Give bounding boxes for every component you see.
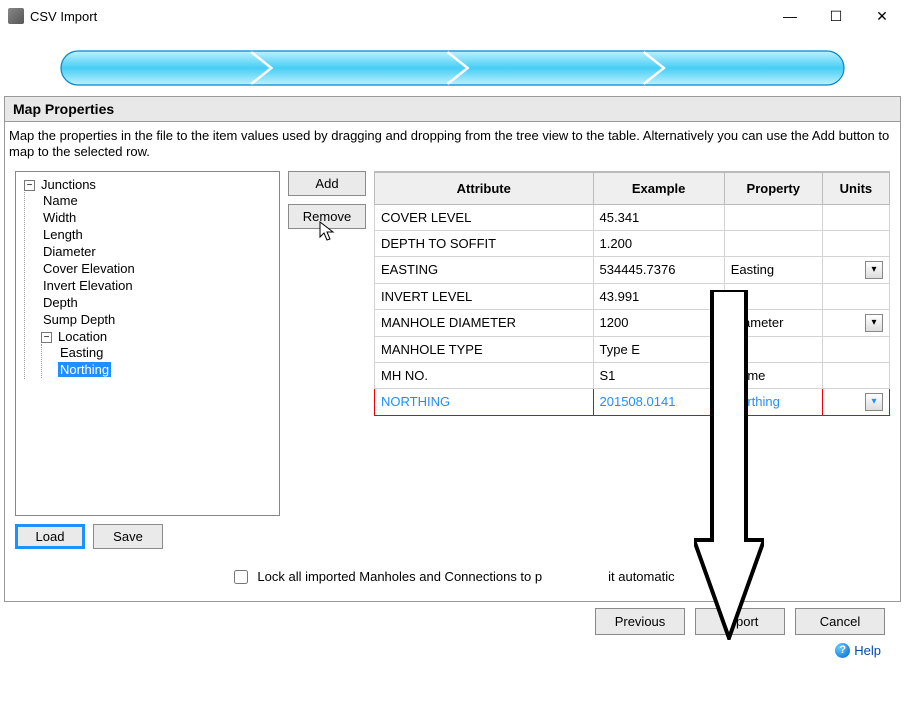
cell-attribute: MANHOLE DIAMETER — [375, 309, 594, 336]
close-button[interactable]: ✕ — [859, 0, 905, 32]
units-dropdown[interactable]: ▾ — [865, 393, 883, 411]
tree-item[interactable]: Sump Depth — [41, 311, 273, 328]
cell-property[interactable] — [724, 204, 822, 230]
cell-units[interactable] — [822, 336, 889, 362]
table-row[interactable]: DEPTH TO SOFFIT1.200 — [375, 230, 890, 256]
map-properties-panel: Map Properties Map the properties in the… — [4, 96, 901, 602]
app-icon — [8, 8, 24, 24]
cell-example: Type E — [593, 336, 724, 362]
table-row[interactable]: EASTING534445.7376Easting ▾ — [375, 256, 890, 283]
cell-units[interactable]: ▾ — [822, 256, 889, 283]
cell-property[interactable] — [724, 230, 822, 256]
cell-property[interactable]: Diameter — [724, 309, 822, 336]
col-example[interactable]: Example — [593, 172, 724, 204]
tree-node-location[interactable]: −LocationEastingNorthing — [41, 328, 273, 379]
panel-header: Map Properties — [5, 97, 900, 122]
tree-toggle-location[interactable]: − — [41, 332, 52, 343]
table-row[interactable]: INVERT LEVEL43.991 — [375, 283, 890, 309]
properties-tree[interactable]: −Junctions NameWidthLengthDiameterCover … — [15, 171, 280, 516]
lock-checkbox[interactable] — [234, 570, 248, 584]
cell-attribute: COVER LEVEL — [375, 204, 594, 230]
help-link[interactable]: ? Help — [0, 641, 905, 658]
cell-units[interactable]: ▾ — [822, 309, 889, 336]
wizard-buttons: Previous Import Cancel — [0, 602, 905, 641]
help-icon: ? — [835, 643, 850, 658]
load-button[interactable]: Load — [15, 524, 85, 549]
tree-item[interactable]: Diameter — [41, 243, 273, 260]
tree-item[interactable]: Cover Elevation — [41, 260, 273, 277]
wizard-progress — [60, 50, 845, 86]
cell-units[interactable] — [822, 362, 889, 388]
add-button[interactable]: Add — [288, 171, 366, 196]
cell-example: 1200 — [593, 309, 724, 336]
table-row[interactable]: MANHOLE DIAMETER1200Diameter ▾ — [375, 309, 890, 336]
lock-label-after: it automatic — [608, 569, 674, 584]
minimize-button[interactable]: — — [767, 0, 813, 32]
units-dropdown[interactable]: ▾ — [865, 314, 883, 332]
cell-example: 534445.7376 — [593, 256, 724, 283]
col-attribute[interactable]: Attribute — [375, 172, 594, 204]
cell-attribute: MANHOLE TYPE — [375, 336, 594, 362]
cell-property[interactable]: Northing — [724, 388, 822, 415]
cell-example: 45.341 — [593, 204, 724, 230]
save-button[interactable]: Save — [93, 524, 163, 549]
cell-property[interactable]: Easting — [724, 256, 822, 283]
mapping-table: Attribute Example Property Units COVER L… — [374, 171, 890, 416]
tree-item[interactable]: Northing — [58, 361, 273, 378]
cell-attribute: EASTING — [375, 256, 594, 283]
cancel-button[interactable]: Cancel — [795, 608, 885, 635]
table-row[interactable]: MH NO.S1Name — [375, 362, 890, 388]
tree-item[interactable]: Length — [41, 226, 273, 243]
titlebar: CSV Import — ☐ ✕ — [0, 0, 905, 32]
tree-item[interactable]: Depth — [41, 294, 273, 311]
cell-attribute: INVERT LEVEL — [375, 283, 594, 309]
table-row[interactable]: COVER LEVEL45.341 — [375, 204, 890, 230]
cell-units[interactable] — [822, 204, 889, 230]
panel-description: Map the properties in the file to the it… — [5, 122, 900, 163]
cell-property[interactable]: Name — [724, 362, 822, 388]
cell-units[interactable] — [822, 283, 889, 309]
tree-item[interactable]: Invert Elevation — [41, 277, 273, 294]
col-units[interactable]: Units — [822, 172, 889, 204]
cell-example: 201508.0141 — [593, 388, 724, 415]
cell-example: S1 — [593, 362, 724, 388]
table-row[interactable]: MANHOLE TYPEType E — [375, 336, 890, 362]
units-dropdown[interactable]: ▾ — [865, 261, 883, 279]
cell-units[interactable] — [822, 230, 889, 256]
maximize-button[interactable]: ☐ — [813, 0, 859, 32]
cell-property[interactable] — [724, 336, 822, 362]
tree-item[interactable]: Width — [41, 209, 273, 226]
previous-button[interactable]: Previous — [595, 608, 685, 635]
tree-item[interactable]: Easting — [58, 344, 273, 361]
tree-node-junctions[interactable]: Junctions — [39, 177, 98, 192]
cell-example: 1.200 — [593, 230, 724, 256]
cell-attribute: DEPTH TO SOFFIT — [375, 230, 594, 256]
col-property[interactable]: Property — [724, 172, 822, 204]
import-button[interactable]: Import — [695, 608, 785, 635]
cell-attribute: NORTHING — [375, 388, 594, 415]
cell-example: 43.991 — [593, 283, 724, 309]
cell-units[interactable]: ▾ — [822, 388, 889, 415]
tree-toggle-junctions[interactable]: − — [24, 180, 35, 191]
window-title: CSV Import — [30, 9, 97, 24]
lock-label-before: Lock all imported Manholes and Connectio… — [257, 569, 542, 584]
tree-item[interactable]: Name — [41, 192, 273, 209]
table-row[interactable]: NORTHING201508.0141Northing ▾ — [375, 388, 890, 415]
cell-attribute: MH NO. — [375, 362, 594, 388]
cell-property[interactable] — [724, 283, 822, 309]
remove-button[interactable]: Remove — [288, 204, 366, 229]
